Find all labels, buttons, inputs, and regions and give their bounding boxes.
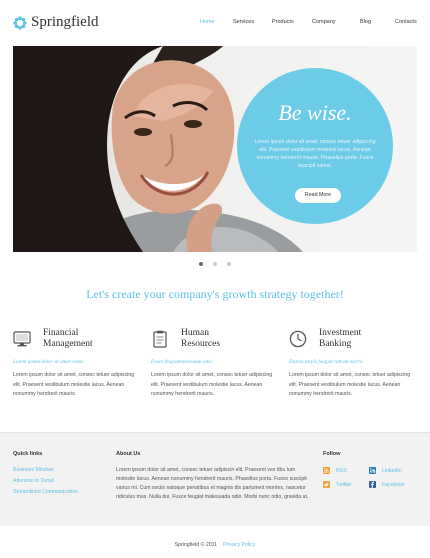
facebook-icon: [369, 481, 376, 488]
tagline: Let's create your company's growth strat…: [86, 287, 344, 301]
hero-slider: Be wise. Lorem ipsum dolor sit amet, con…: [13, 46, 417, 252]
quick-link[interactable]: Attention to Detail: [13, 478, 54, 484]
flower-logo-icon: [13, 15, 27, 30]
feature-title-line2: Banking: [319, 339, 352, 349]
computer-monitor-icon: [13, 331, 31, 347]
hero-headline: Be wise.: [278, 100, 352, 125]
feature-title-line1: Financial: [43, 328, 79, 338]
about-text: Lorem ipsum dolor sit amet, consec tetue…: [116, 467, 309, 500]
clipboard-icon: [153, 330, 167, 348]
brand-name: Springfield: [31, 14, 99, 30]
nav-home[interactable]: Home: [200, 19, 215, 25]
clock-icon: [289, 330, 307, 348]
feature-title-line2: Resources: [181, 339, 221, 349]
nav-contacts[interactable]: Contacts: [395, 19, 417, 25]
social-twitter[interactable]: Twitter: [323, 481, 351, 488]
quick-link[interactable]: Business Mindset: [13, 467, 54, 473]
feature-title-line1: Investment: [319, 328, 362, 338]
slider-dot[interactable]: [199, 262, 203, 266]
social-rss[interactable]: RSS: [323, 467, 347, 474]
feature-subtitle[interactable]: Lorem ipsum dolor sit amet conse: [13, 359, 83, 365]
nav-products[interactable]: Products: [272, 19, 294, 25]
privacy-policy-link[interactable]: Privacy Policy: [223, 542, 255, 548]
hero-text: Lorem ipsum dolor sit amet, consec tetue…: [254, 139, 376, 169]
feature-title-line1: Human: [181, 328, 209, 338]
feature-subtitle[interactable]: Fusce feugiatmalesuada odio: [151, 359, 212, 365]
copyright-bar: Springfield © 2011 Privacy Policy: [0, 542, 430, 548]
quick-link[interactable]: Streamlined Communication: [13, 489, 78, 495]
follow-heading: Follow: [323, 451, 341, 457]
copyright-text: Springfield © 2011: [174, 542, 218, 548]
quick-links-heading: Quick links: [13, 451, 43, 457]
feature-text: Lorem ipsum dolor sit amet, consec tetue…: [289, 372, 411, 397]
linkedin-icon: [369, 467, 376, 474]
slider-dot[interactable]: [213, 262, 217, 266]
feature-subtitle[interactable]: Dolcas turpis feugiat rutrum morbi: [289, 359, 362, 365]
twitter-icon: [323, 481, 330, 488]
nav-company[interactable]: Company: [312, 19, 336, 25]
social-facebook[interactable]: Facebook: [369, 481, 405, 488]
social-linkedin[interactable]: LinkedIn: [369, 467, 402, 474]
slider-dot[interactable]: [227, 262, 231, 266]
social-label: RSS: [336, 467, 347, 474]
slider-pagination: [0, 262, 430, 268]
social-label: LinkedIn: [382, 467, 402, 474]
hero-callout: Be wise. Lorem ipsum dolor sit amet, con…: [237, 68, 393, 224]
read-more-button[interactable]: Read More: [295, 188, 341, 203]
nav-blog[interactable]: Blog: [360, 19, 371, 25]
logo[interactable]: Springfield: [13, 14, 99, 31]
footer: Quick links Business Mindset Attention t…: [0, 432, 430, 526]
about-heading: About Us: [116, 451, 141, 457]
nav-services[interactable]: Services: [233, 19, 254, 25]
feature-text: Lorem ipsum dolor sit amet, consec tetue…: [151, 372, 273, 397]
social-label: Twitter: [336, 481, 352, 488]
feature-text: Lorem ipsum dolor sit amet, consec tetue…: [13, 372, 135, 397]
header: Springfield Home Services Products Compa…: [0, 0, 430, 46]
social-label: Facebook: [382, 481, 405, 488]
rss-icon: [323, 467, 330, 474]
feature-title-line2: Management: [43, 339, 93, 349]
